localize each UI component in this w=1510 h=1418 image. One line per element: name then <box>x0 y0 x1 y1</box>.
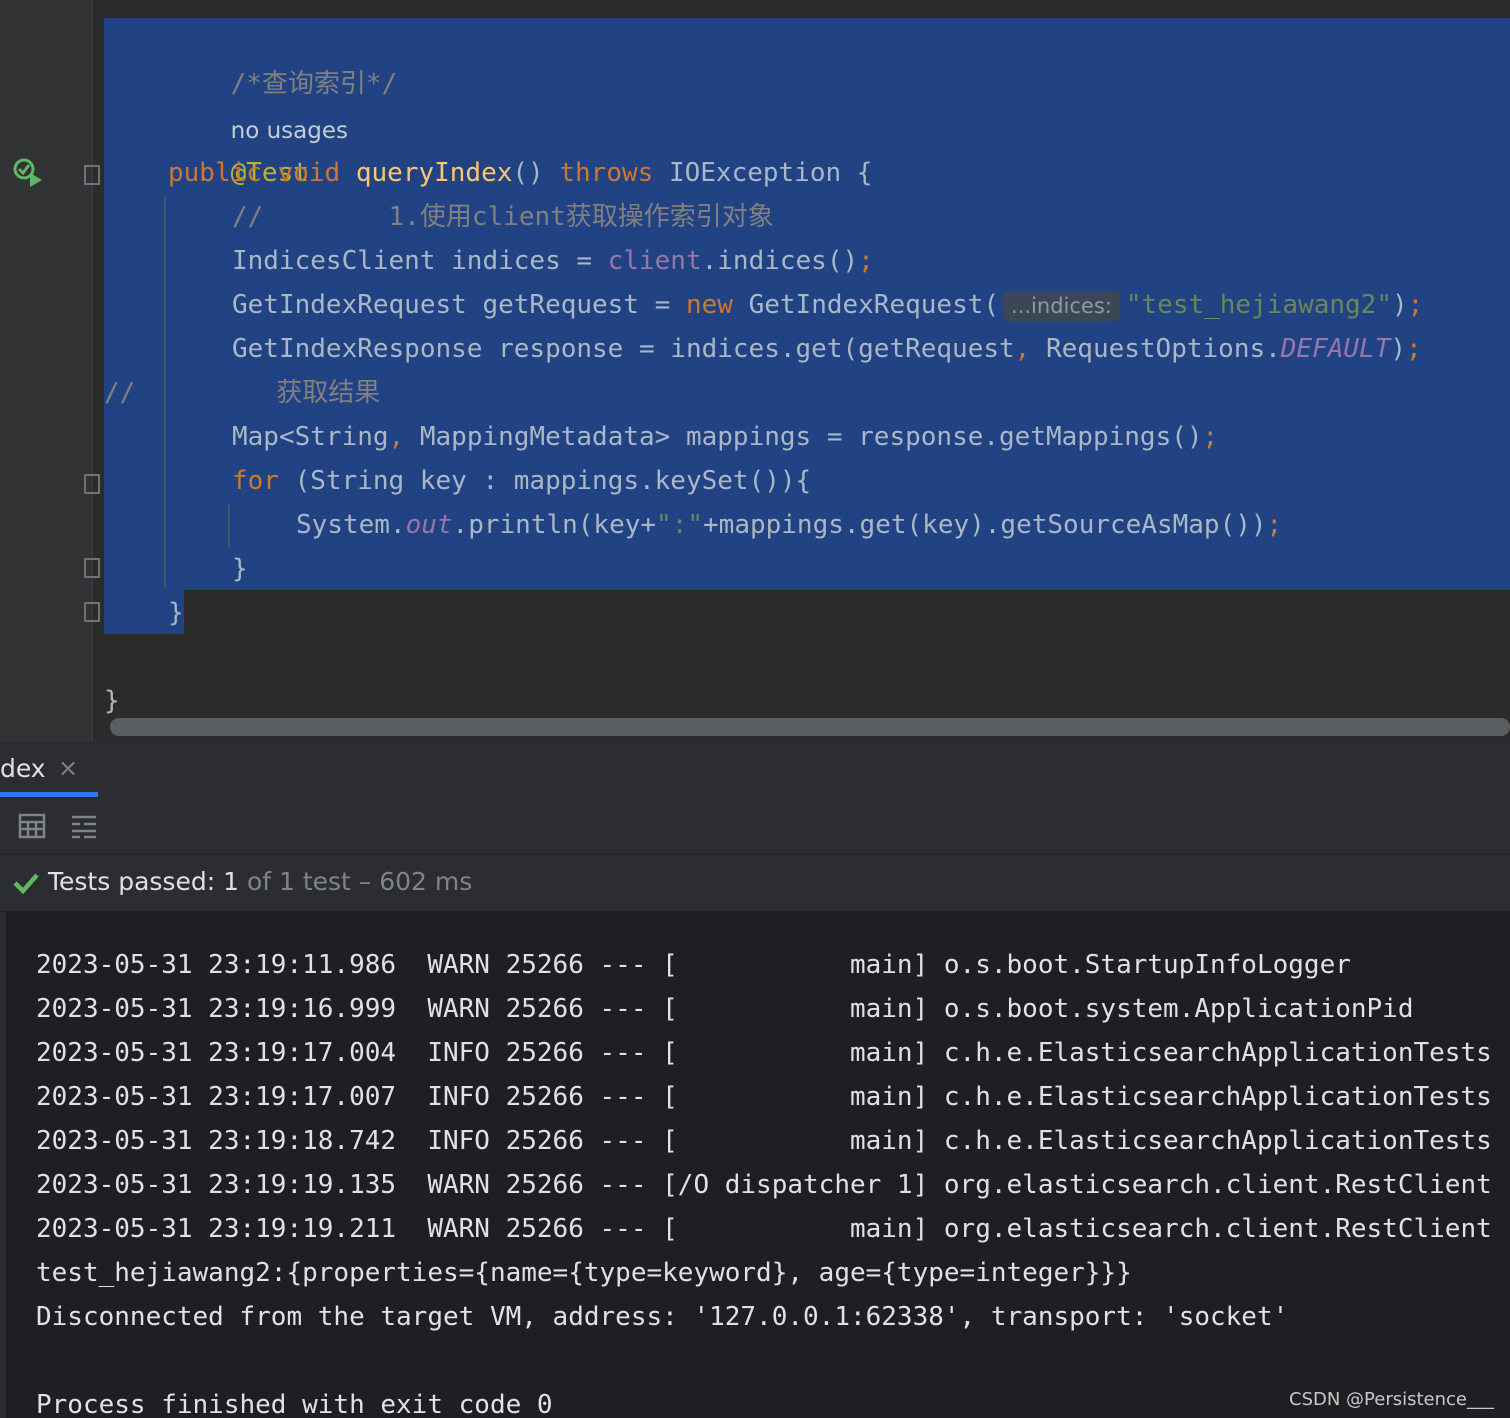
code-text: ) <box>1391 290 1408 320</box>
code-line: } <box>232 547 248 591</box>
list-tree-icon[interactable] <box>70 812 98 840</box>
field-ref: client <box>607 246 702 276</box>
string-literal: "test_hejiawang2" <box>1125 290 1392 320</box>
keyword: public <box>168 158 262 188</box>
console-line: test_hejiawang2:{properties={name={type=… <box>36 1258 1132 1288</box>
code-text: .println(key+ <box>452 510 657 540</box>
run-tool-tabbar: dex × <box>0 744 1510 799</box>
code-text: IndicesClient indices = <box>232 246 608 276</box>
watermark: CSDN @Persistence___ <box>1289 1389 1494 1410</box>
code-line: /*查询索引*/ <box>168 18 398 99</box>
fold-marker-icon[interactable] <box>84 558 100 578</box>
console-line: 2023-05-31 23:19:19.211 WARN 25266 --- [… <box>36 1214 1492 1244</box>
code-line: IndicesClient indices = client.indices()… <box>232 239 874 283</box>
comment-text: 1.使用client获取操作索引对象 <box>388 202 774 232</box>
close-icon[interactable]: × <box>58 754 78 782</box>
active-tab-indicator <box>0 792 98 797</box>
code-line: public void queryIndex() throws IOExcept… <box>168 151 872 195</box>
console-line: 2023-05-31 23:19:16.999 WARN 25266 --- [… <box>36 994 1414 1024</box>
passed-label: Tests passed: <box>48 867 216 896</box>
console-line: Disconnected from the target VM, address… <box>36 1302 1289 1332</box>
code-text: .indices() <box>701 246 859 276</box>
passed-count: 1 <box>223 867 239 896</box>
keyword: throws <box>559 158 654 188</box>
code-line: Map<String, MappingMetadata> mappings = … <box>232 415 1218 459</box>
keyword: for <box>232 466 279 496</box>
code-text: GetIndexRequest getRequest = <box>232 290 686 320</box>
console-line: 2023-05-31 23:19:18.742 INFO 25266 --- [… <box>36 1126 1492 1156</box>
code-line: } <box>168 591 184 635</box>
console-line: 2023-05-31 23:19:17.004 INFO 25266 --- [… <box>36 1038 1492 1068</box>
fold-marker-icon[interactable] <box>84 474 100 494</box>
code-editor[interactable]: /*查询索引*/ no usages @Test public void que… <box>0 0 1510 742</box>
code-text: IOException { <box>668 158 873 188</box>
check-icon <box>13 873 39 895</box>
code-line: // 获取结果 <box>104 371 380 415</box>
keyword: new <box>685 290 733 320</box>
semicolon: ; <box>1202 422 1219 452</box>
code-line: @Test <box>168 107 309 188</box>
fold-marker-icon[interactable] <box>84 602 100 622</box>
parameter-hint: ...indices: <box>1003 290 1120 321</box>
code-text: MappingMetadata> mappings = response.get… <box>404 422 1203 452</box>
horizontal-scrollbar[interactable] <box>110 718 1510 736</box>
code-line: for (String key : mappings.keySet()){ <box>232 459 811 503</box>
comment-slashes: // <box>232 202 264 232</box>
code-line: System.out.println(key+":"+mappings.get(… <box>296 503 1282 547</box>
comment-slashes: // <box>104 378 136 408</box>
fold-marker-icon[interactable] <box>84 165 100 185</box>
console-output[interactable]: 2023-05-31 23:19:11.986 WARN 25266 --- [… <box>0 912 1510 1418</box>
brace: } <box>104 686 120 716</box>
console-line: 2023-05-31 23:19:17.007 INFO 25266 --- [… <box>36 1082 1492 1112</box>
code-text: ) <box>1390 334 1407 364</box>
code-text: Map<String <box>232 422 389 452</box>
run-toolbar <box>0 798 1510 855</box>
code-line: GetIndexResponse response = indices.get(… <box>232 327 1422 371</box>
keyword: void <box>277 158 341 188</box>
console-line: Process finished with exit code 0 <box>36 1390 553 1418</box>
passed-detail: of 1 test – 602 ms <box>246 867 473 896</box>
semicolon: ; <box>858 246 874 276</box>
code-text: GetIndexRequest( <box>732 290 1000 320</box>
code-text: RequestOptions. <box>1030 334 1281 364</box>
console-line: 2023-05-31 23:19:19.135 WARN 25266 --- [… <box>36 1170 1492 1200</box>
run-test-icon[interactable] <box>12 157 44 189</box>
code-text: +mappings.get(key).getSourceAsMap()) <box>703 510 1267 540</box>
constant-ref: DEFAULT <box>1280 334 1391 364</box>
comment-text: 获取结果 <box>276 378 381 408</box>
code-text: (String key : mappings.keySet()){ <box>278 466 812 496</box>
brace: } <box>168 598 184 628</box>
indent-guide <box>228 504 230 548</box>
semicolon: ; <box>1266 510 1283 540</box>
code-text: System. <box>296 510 406 540</box>
semicolon: ; <box>1406 334 1422 364</box>
method-name: queryIndex <box>355 158 513 188</box>
string-literal: ":" <box>656 510 704 540</box>
comma: , <box>1014 334 1031 364</box>
editor-gutter <box>0 0 93 742</box>
console-line: 2023-05-31 23:19:11.986 WARN 25266 --- [… <box>36 950 1351 980</box>
tests-passed-summary: Tests passed: 1 of 1 test – 602 ms <box>48 867 472 896</box>
code-text: () <box>512 158 544 188</box>
comma: , <box>388 422 405 452</box>
tab-run-config[interactable]: dex <box>0 754 46 783</box>
brace: } <box>232 554 248 584</box>
code-line: GetIndexRequest getRequest = new GetInde… <box>232 283 1423 327</box>
code-line: // 1.使用client获取操作索引对象 <box>232 195 774 239</box>
code-text: GetIndexResponse response = indices.get(… <box>232 334 1015 364</box>
field-ref: out <box>405 510 453 540</box>
semicolon: ; <box>1407 290 1424 320</box>
table-icon[interactable] <box>18 812 46 840</box>
test-status-bar: Tests passed: 1 of 1 test – 602 ms <box>0 855 1510 912</box>
code-line: no usages <box>168 64 348 144</box>
code-line: } <box>104 679 120 723</box>
